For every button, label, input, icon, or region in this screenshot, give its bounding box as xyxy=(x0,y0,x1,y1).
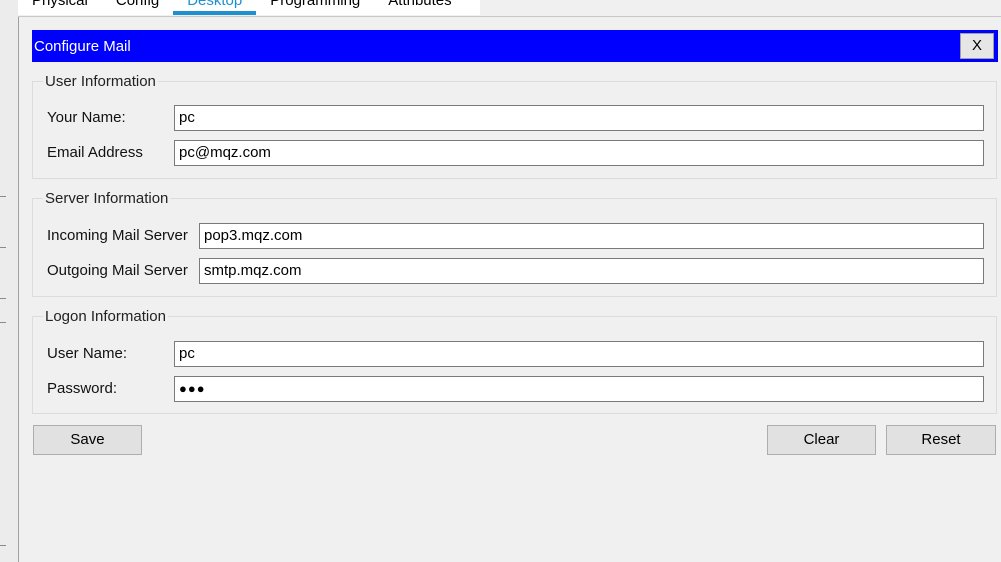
edge-mark xyxy=(0,545,6,546)
password-label: Password: xyxy=(47,380,118,397)
logon-information-group: Logon Information User Name: pc Password… xyxy=(32,308,997,414)
incoming-mail-server-label: Incoming Mail Server xyxy=(47,227,188,244)
clear-button[interactable]: Clear xyxy=(767,425,876,455)
server-information-legend: Server Information xyxy=(43,190,171,207)
outgoing-mail-server-label: Outgoing Mail Server xyxy=(47,262,188,279)
edge-mark xyxy=(0,247,6,248)
reset-button[interactable]: Reset xyxy=(886,425,996,455)
tab-list: Physical Config Desktop Programming Attr… xyxy=(18,0,480,15)
configure-mail-dialog: Configure Mail X User Information Your N… xyxy=(32,30,998,562)
tab-bar: Physical Config Desktop Programming Attr… xyxy=(18,0,1001,17)
dialog-title: Configure Mail xyxy=(34,38,131,55)
logon-information-legend: Logon Information xyxy=(43,308,168,325)
user-name-label: User Name: xyxy=(47,345,128,362)
your-name-label: Your Name: xyxy=(47,109,126,126)
edge-mark xyxy=(0,196,6,197)
edge-mark xyxy=(0,322,6,323)
email-address-field[interactable]: pc@mqz.com xyxy=(174,140,984,166)
your-name-field[interactable]: pc xyxy=(174,105,984,131)
user-information-legend: User Information xyxy=(43,73,158,90)
tab-physical[interactable]: Physical xyxy=(18,0,102,15)
background-window-edge xyxy=(0,0,19,562)
tab-programming[interactable]: Programming xyxy=(256,0,374,15)
dialog-titlebar: Configure Mail X xyxy=(32,30,998,62)
user-information-group: User Information Your Name: pc Email Add… xyxy=(32,73,997,179)
outgoing-mail-server-field[interactable]: smtp.mqz.com xyxy=(199,258,984,284)
tab-config[interactable]: Config xyxy=(102,0,173,15)
tab-desktop[interactable]: Desktop xyxy=(173,0,257,15)
user-name-field[interactable]: pc xyxy=(174,341,984,367)
email-address-label: Email Address xyxy=(47,144,143,161)
save-button[interactable]: Save xyxy=(33,425,142,455)
close-button[interactable]: X xyxy=(960,33,994,59)
tab-attributes[interactable]: Attributes xyxy=(374,0,465,15)
incoming-mail-server-field[interactable]: pop3.mqz.com xyxy=(199,223,984,249)
edge-mark xyxy=(0,298,6,299)
password-field[interactable]: ●●● xyxy=(174,376,984,402)
server-information-group: Server Information Incoming Mail Server … xyxy=(32,190,997,297)
